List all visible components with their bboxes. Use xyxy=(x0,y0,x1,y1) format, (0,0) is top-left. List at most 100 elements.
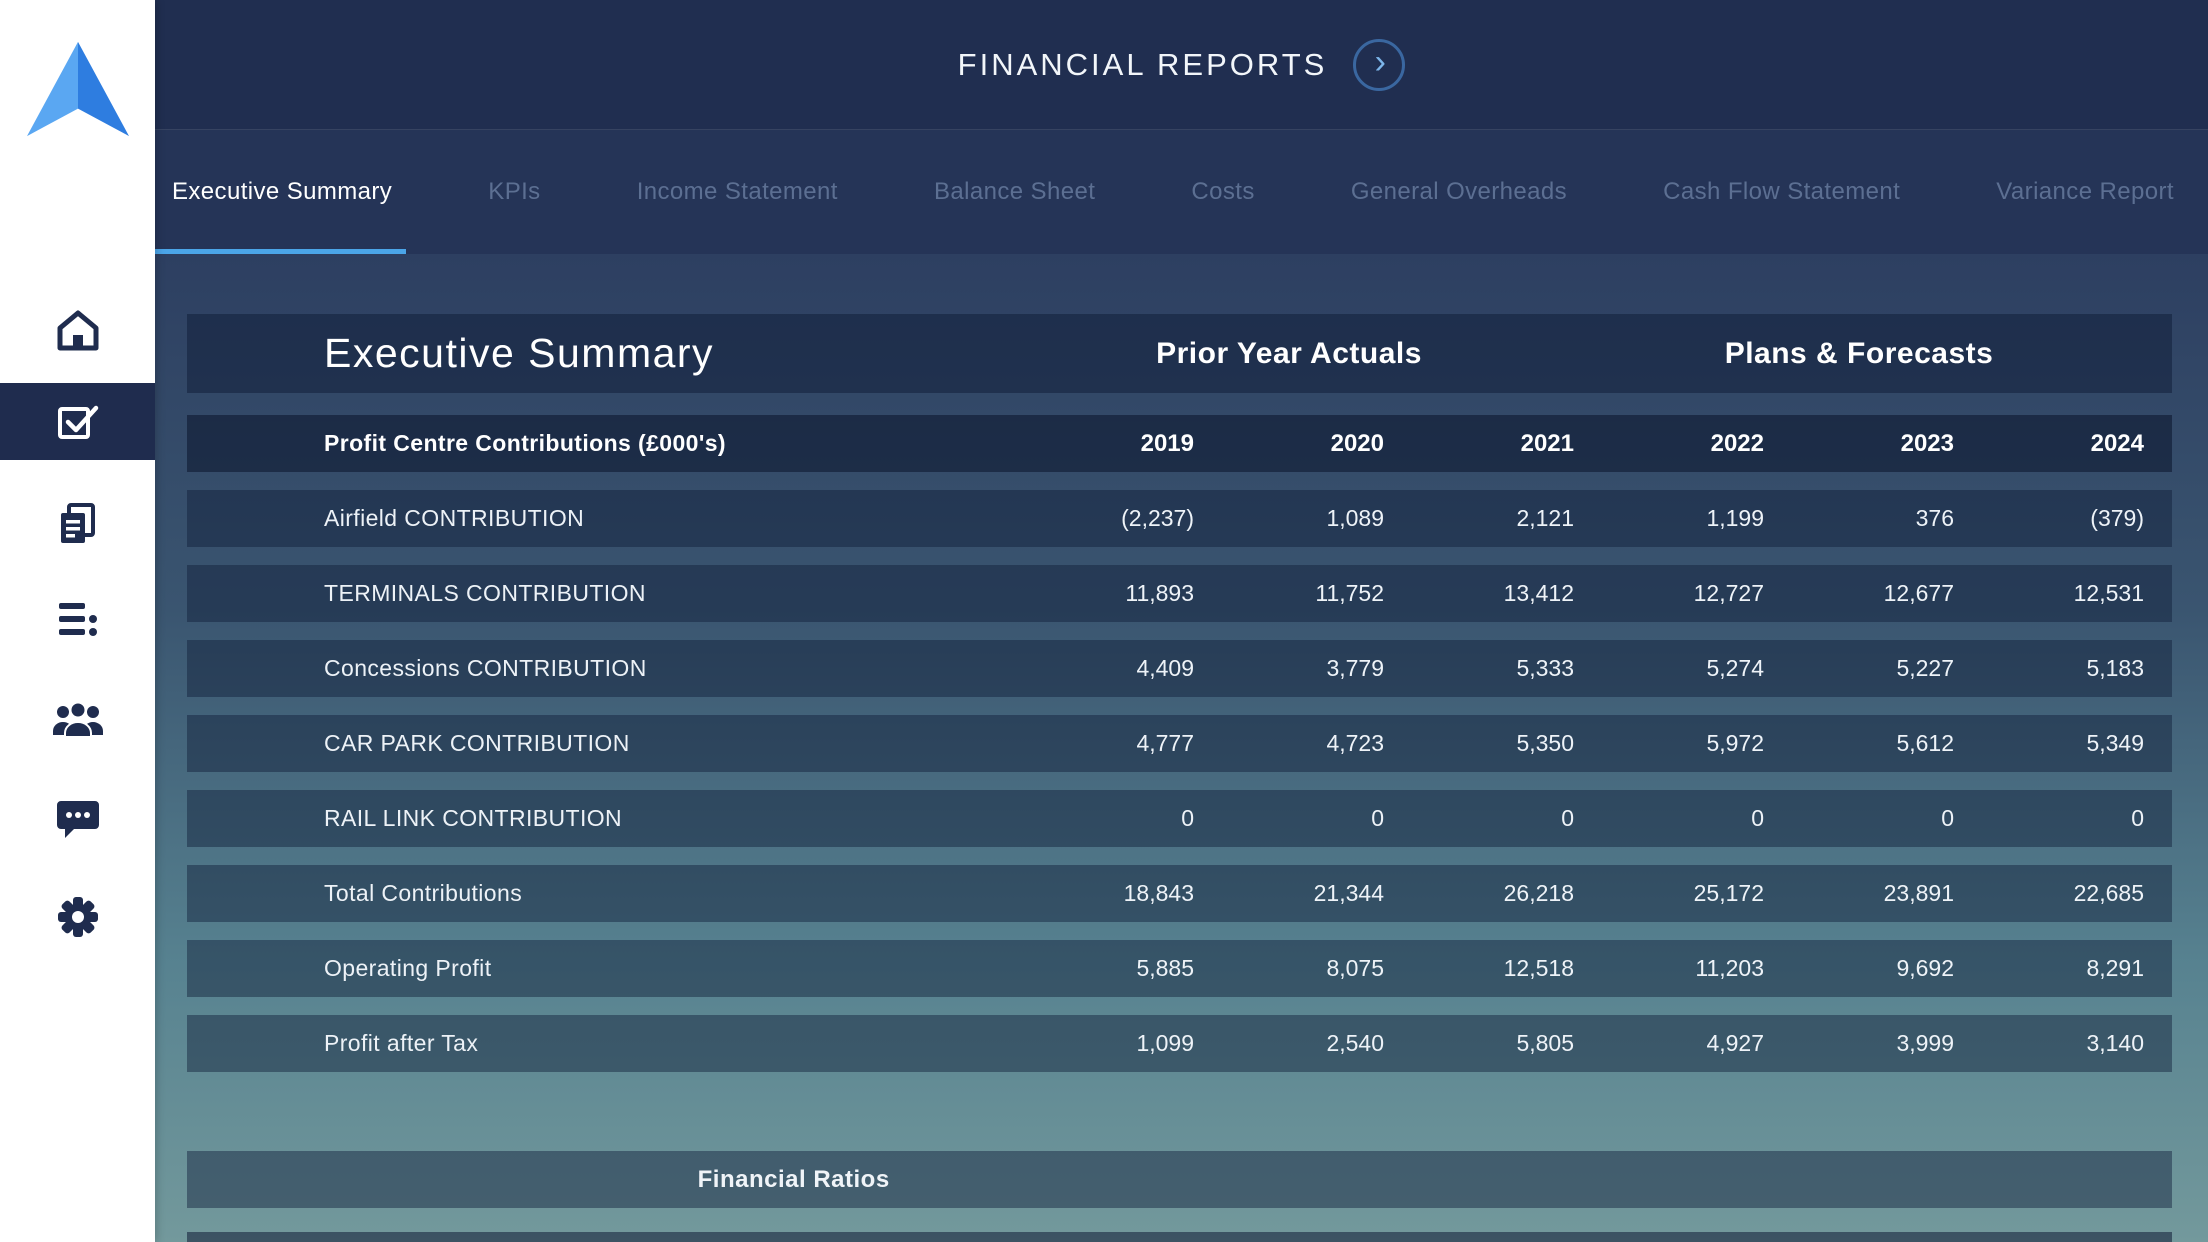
table-rows: Airfield CONTRIBUTION(2,237)1,0892,1211,… xyxy=(187,490,2172,1072)
tab-income-statement[interactable]: Income Statement xyxy=(637,130,838,254)
row-value: 3,140 xyxy=(1954,1030,2144,1057)
row-value: 5,972 xyxy=(1574,730,1764,757)
tab-costs[interactable]: Costs xyxy=(1191,130,1254,254)
top-header: FINANCIAL REPORTS › xyxy=(155,0,2208,130)
row-value: 0 xyxy=(1004,805,1194,832)
sidebar-item-settings[interactable] xyxy=(0,887,155,947)
sidebar-item-people[interactable] xyxy=(0,689,155,749)
tab-variance-report[interactable]: Variance Report xyxy=(1996,130,2174,254)
row-value: (2,237) xyxy=(1004,505,1194,532)
row-value: 21,344 xyxy=(1194,880,1384,907)
row-label: Airfield CONTRIBUTION xyxy=(187,505,1004,532)
row-value: 11,203 xyxy=(1574,955,1764,982)
tab-bar: Executive Summary KPIs Income Statement Bal… xyxy=(155,130,2208,254)
row-value: 0 xyxy=(1764,805,1954,832)
tab-kpis[interactable]: KPIs xyxy=(488,130,540,254)
main-area: FINANCIAL REPORTS › Executive Summary KPI… xyxy=(155,0,2208,1242)
row-value: 12,727 xyxy=(1574,580,1764,607)
tab-general-overheads[interactable]: General Overheads xyxy=(1351,130,1567,254)
group-header-plans-forecasts: Plans & Forecasts xyxy=(1574,337,2144,371)
section-header-financial-ratios: Financial Ratios xyxy=(187,1151,2172,1208)
chevron-right-icon: › xyxy=(1375,45,1386,79)
table-row: Operating Profit5,8858,07512,51811,2039,… xyxy=(187,940,2172,997)
next-report-button[interactable]: › xyxy=(1353,39,1405,91)
row-label: CAR PARK CONTRIBUTION xyxy=(187,730,1004,757)
year-column-header: 2022 xyxy=(1574,430,1764,458)
next-table-row-peek xyxy=(187,1232,2172,1242)
tab-executive-summary[interactable]: Executive Summary xyxy=(172,130,392,254)
row-value: 22,685 xyxy=(1954,880,2144,907)
row-value: 0 xyxy=(1384,805,1574,832)
paper-plane-logo-icon xyxy=(19,38,137,140)
row-value: 1,199 xyxy=(1574,505,1764,532)
chat-icon xyxy=(54,797,102,841)
row-value: 3,999 xyxy=(1764,1030,1954,1057)
table-row: TERMINALS CONTRIBUTION11,89311,75213,412… xyxy=(187,565,2172,622)
columns-header-label: Profit Centre Contributions (£000's) xyxy=(187,430,1004,457)
row-value: 9,692 xyxy=(1764,955,1954,982)
year-column-header: 2024 xyxy=(1954,430,2144,458)
settings-gear-icon xyxy=(54,893,102,941)
people-icon xyxy=(52,699,104,739)
row-value: 1,099 xyxy=(1004,1030,1194,1057)
row-value: 5,227 xyxy=(1764,655,1954,682)
row-value: 0 xyxy=(1574,805,1764,832)
table-row: Total Contributions18,84321,34426,21825,… xyxy=(187,865,2172,922)
row-label: RAIL LINK CONTRIBUTION xyxy=(187,805,1004,832)
row-value: 0 xyxy=(1954,805,2144,832)
tab-balance-sheet[interactable]: Balance Sheet xyxy=(934,130,1095,254)
row-value: 5,183 xyxy=(1954,655,2144,682)
list-icon xyxy=(55,599,101,639)
tab-cash-flow-statement[interactable]: Cash Flow Statement xyxy=(1663,130,1900,254)
year-column-header: 2021 xyxy=(1384,430,1574,458)
year-column-header: 2023 xyxy=(1764,430,1954,458)
row-value: 12,677 xyxy=(1764,580,1954,607)
row-value: 3,779 xyxy=(1194,655,1384,682)
approved-report-icon xyxy=(53,399,103,445)
row-label: Concessions CONTRIBUTION xyxy=(187,655,1004,682)
sidebar-item-documents[interactable] xyxy=(0,494,155,554)
row-value: 11,752 xyxy=(1194,580,1384,607)
row-value: 8,291 xyxy=(1954,955,2144,982)
row-value: 12,518 xyxy=(1384,955,1574,982)
row-value: 23,891 xyxy=(1764,880,1954,907)
app-window: FINANCIAL REPORTS › Executive Summary KPI… xyxy=(0,0,2208,1242)
row-value: 2,121 xyxy=(1384,505,1574,532)
row-value: 13,412 xyxy=(1384,580,1574,607)
row-value: 18,843 xyxy=(1004,880,1194,907)
row-value: 5,805 xyxy=(1384,1030,1574,1057)
sidebar-item-list[interactable] xyxy=(0,589,155,649)
row-value: 11,893 xyxy=(1004,580,1194,607)
year-column-header: 2020 xyxy=(1194,430,1384,458)
table-title-row: Executive Summary Prior Year Actuals Pla… xyxy=(187,314,2172,393)
columns-header-row: Profit Centre Contributions (£000's) 201… xyxy=(187,415,2172,472)
table-row: CAR PARK CONTRIBUTION4,7774,7235,3505,97… xyxy=(187,715,2172,772)
row-value: 26,218 xyxy=(1384,880,1574,907)
row-value: 4,777 xyxy=(1004,730,1194,757)
row-value: 5,333 xyxy=(1384,655,1574,682)
sidebar-item-messages[interactable] xyxy=(0,789,155,849)
row-value: 12,531 xyxy=(1954,580,2144,607)
row-value: 5,350 xyxy=(1384,730,1574,757)
row-value: 4,723 xyxy=(1194,730,1384,757)
table-title: Executive Summary xyxy=(187,330,1004,377)
year-column-header: 2019 xyxy=(1004,430,1194,458)
home-icon xyxy=(55,308,101,352)
row-value: 5,885 xyxy=(1004,955,1194,982)
table-row: Concessions CONTRIBUTION4,4093,7795,333 5… xyxy=(187,640,2172,697)
report-content: Executive Summary Prior Year Actuals Pla… xyxy=(155,254,2208,1242)
row-label: Total Contributions xyxy=(187,880,1004,907)
section-header-label: Financial Ratios xyxy=(187,1166,1400,1194)
row-value: 1,089 xyxy=(1194,505,1384,532)
row-value: 4,409 xyxy=(1004,655,1194,682)
row-label: Profit after Tax xyxy=(187,1030,1004,1057)
sidebar xyxy=(0,0,155,1242)
row-value: (379) xyxy=(1954,505,2144,532)
page-title: FINANCIAL REPORTS xyxy=(958,47,1328,83)
row-value: 2,540 xyxy=(1194,1030,1384,1057)
table-row: RAIL LINK CONTRIBUTION000000 xyxy=(187,790,2172,847)
app-logo xyxy=(19,38,137,145)
sidebar-item-home[interactable] xyxy=(0,300,155,360)
row-value: 376 xyxy=(1764,505,1954,532)
sidebar-item-reports[interactable] xyxy=(0,383,155,460)
